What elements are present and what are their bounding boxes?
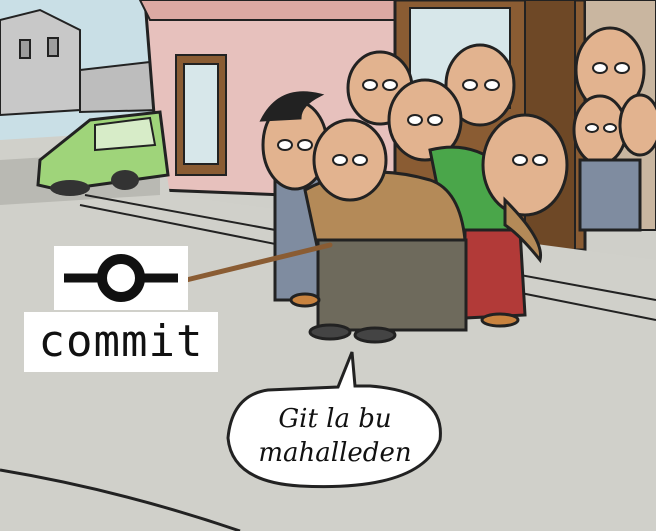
- commit-label: commit: [24, 312, 218, 372]
- speech-line-1: Git la bu: [278, 404, 392, 434]
- speech-bubble: Git la bu mahalleden: [230, 384, 440, 488]
- comic-panel: commit Git la bu mahalleden: [0, 0, 656, 531]
- commit-badge: commit: [24, 246, 218, 374]
- speech-line-2: mahalleden: [258, 438, 412, 468]
- git-commit-icon: [54, 246, 188, 310]
- building-window: [175, 54, 227, 176]
